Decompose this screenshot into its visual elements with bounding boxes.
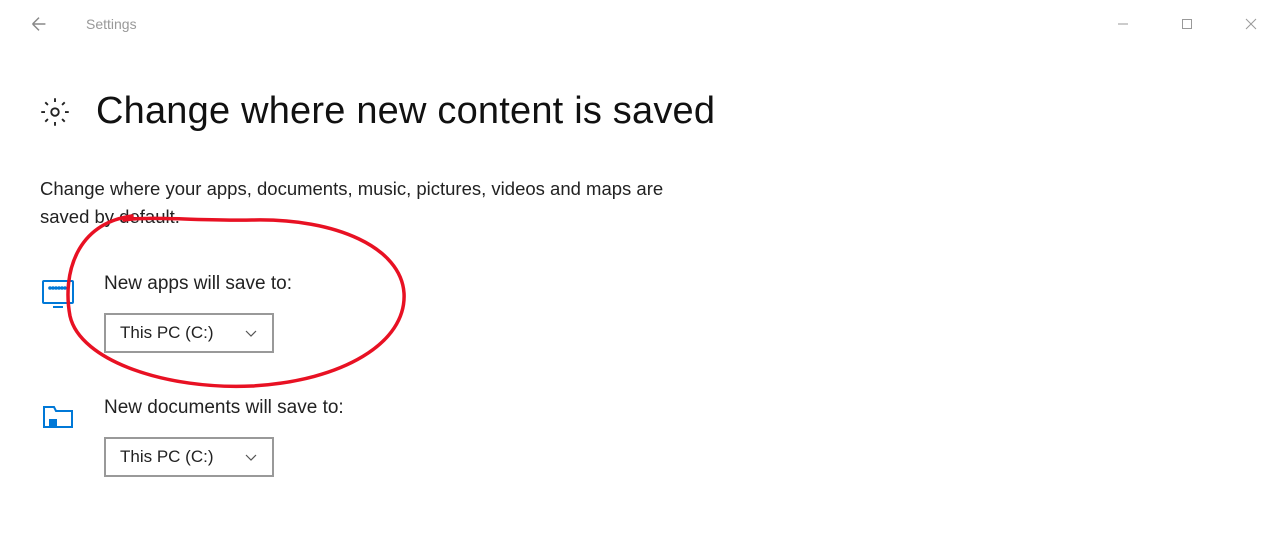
apps-location-dropdown[interactable]: This PC (C:)	[104, 313, 274, 353]
chevron-down-icon	[244, 326, 258, 340]
page-title: Change where new content is saved	[96, 90, 715, 133]
dropdown-value: This PC (C:)	[120, 323, 214, 343]
setting-apps-label: New apps will save to:	[104, 273, 292, 295]
setting-apps-content: New apps will save to: This PC (C:)	[104, 273, 292, 353]
dropdown-value: This PC (C:)	[120, 447, 214, 467]
minimize-button[interactable]	[1091, 0, 1155, 48]
app-title: Settings	[86, 16, 137, 32]
content-area: Change where new content is saved Change…	[0, 48, 1283, 549]
titlebar: Settings	[0, 0, 1283, 48]
documents-location-dropdown[interactable]: This PC (C:)	[104, 437, 274, 477]
maximize-button[interactable]	[1155, 0, 1219, 48]
back-button[interactable]	[28, 13, 50, 35]
setting-documents-label: New documents will save to:	[104, 397, 344, 419]
titlebar-left: Settings	[28, 13, 137, 35]
setting-documents: New documents will save to: This PC (C:)	[40, 397, 1243, 477]
setting-documents-content: New documents will save to: This PC (C:)	[104, 397, 344, 477]
setting-apps: New apps will save to: This PC (C:)	[40, 273, 1243, 353]
gear-icon	[40, 97, 70, 127]
close-button[interactable]	[1219, 0, 1283, 48]
folder-icon	[40, 399, 76, 477]
page-description: Change where your apps, documents, music…	[40, 175, 680, 231]
monitor-icon	[40, 275, 76, 353]
page-header: Change where new content is saved	[40, 90, 1243, 133]
chevron-down-icon	[244, 450, 258, 464]
window-controls	[1091, 0, 1283, 48]
